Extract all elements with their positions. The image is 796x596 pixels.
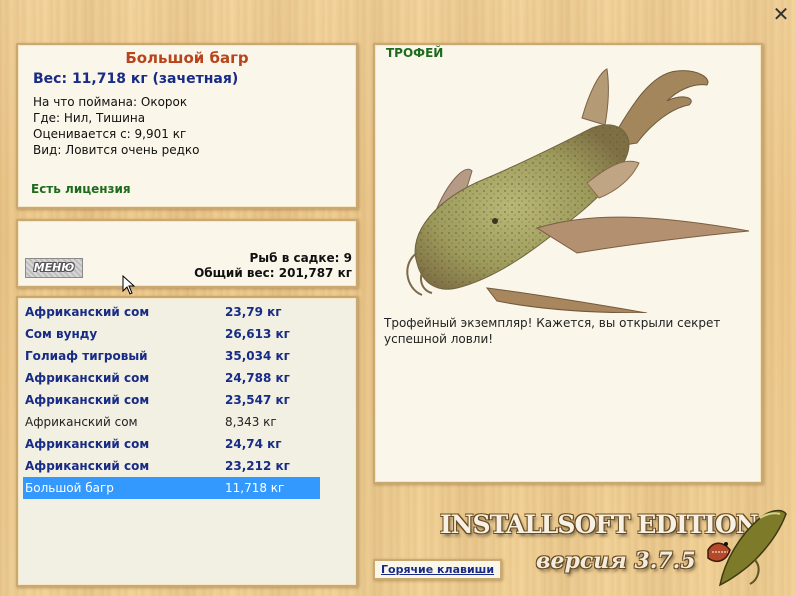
fish-list-name: Африканский сом — [25, 437, 150, 451]
location-info: Где: Нил, Тишина — [33, 111, 146, 125]
mouse-cursor-icon — [122, 275, 136, 295]
fish-list-weight: 11,718 кг — [225, 481, 285, 495]
trophy-panel: ТРОФЕЙ Трофейный экземпляр! Кажется, вы … — [373, 43, 763, 484]
fish-list-name: Африканский сом — [25, 371, 150, 385]
fish-list-weight: 8,343 кг — [225, 415, 277, 429]
fish-list-weight: 24,788 кг — [225, 371, 290, 385]
fish-list-row[interactable]: Африканский сом 23,212 кг — [23, 455, 320, 477]
fish-list-row[interactable]: Большой багр 11,718 кг — [23, 477, 320, 499]
close-icon[interactable]: ✕ — [771, 4, 791, 24]
fish-list-weight: 24,74 кг — [225, 437, 282, 451]
fish-list-name: Африканский сом — [25, 393, 150, 407]
pike-logo-icon — [707, 509, 787, 587]
rarity-info: Вид: Ловится очень редко — [33, 143, 200, 157]
hotkeys-button[interactable]: Горячие клавиши — [373, 559, 503, 580]
fish-list-name: Африканский сом — [25, 305, 150, 319]
license-status: Есть лицензия — [31, 182, 131, 196]
fish-list-row[interactable]: Африканский сом 8,343 кг — [23, 411, 320, 433]
fish-name: Большой багр — [125, 49, 249, 67]
menu-button[interactable]: МЕНЮ — [25, 258, 83, 278]
fish-list-row[interactable]: Африканский сом 23,547 кг — [23, 389, 320, 411]
fish-count: Рыб в садке: 9 — [249, 251, 353, 265]
catch-info-panel: Большой багр Вес: 11,718 кг (зачетная) Н… — [16, 43, 358, 209]
fish-weight: Вес: 11,718 кг (зачетная) — [33, 71, 239, 87]
fish-list-row[interactable]: Сом вунду 26,613 кг — [23, 323, 320, 345]
fish-list-weight: 35,034 кг — [225, 349, 290, 363]
fish-list-weight: 26,613 кг — [225, 327, 290, 341]
valued-info: Оценивается с: 9,901 кг — [33, 127, 187, 141]
version-label: версия 3.7.5 — [536, 548, 696, 574]
fish-list-row[interactable]: Африканский сом 24,788 кг — [23, 367, 320, 389]
fish-list-weight: 23,547 кг — [225, 393, 290, 407]
fish-list-weight: 23,212 кг — [225, 459, 290, 473]
fish-list-name: Большой багр — [25, 481, 114, 495]
fish-list: Африканский сом 23,79 кг Сом вунду 26,613 к… — [16, 296, 358, 587]
trophy-label: ТРОФЕЙ — [386, 46, 444, 60]
fish-list-row[interactable]: Африканский сом 23,79 кг — [23, 301, 320, 323]
fish-list-row[interactable]: Голиаф тигровый 35,034 кг — [23, 345, 320, 367]
fish-list-name: Голиаф тигровый — [25, 349, 148, 363]
trophy-description: Трофейный экземпляр! Кажется, вы открыли… — [384, 316, 721, 346]
fish-list-row[interactable]: Африканский сом 24,74 кг — [23, 433, 320, 455]
fish-list-name: Сом вунду — [25, 327, 98, 341]
fish-list-name: Африканский сом — [25, 415, 138, 429]
total-weight: Общий вес: 201,787 кг — [194, 266, 352, 280]
fish-list-weight: 23,79 кг — [225, 305, 282, 319]
fish-image — [406, 68, 750, 313]
keepnet-panel: МЕНЮ Рыб в садке: 9 Общий вес: 201,787 к… — [16, 219, 358, 288]
bait-info: На что поймана: Окорок — [33, 95, 188, 109]
fish-list-name: Африканский сом — [25, 459, 150, 473]
